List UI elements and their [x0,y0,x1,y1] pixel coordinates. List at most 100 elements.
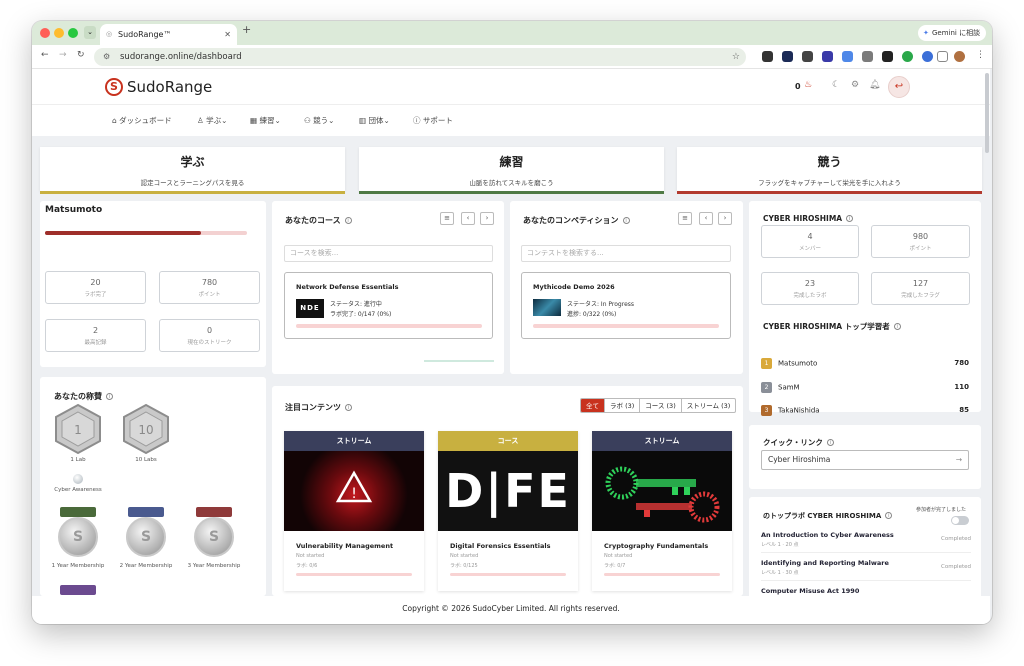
featured-item-name: Digital Forensics Essentials [450,542,551,550]
gemini-button[interactable]: ✦ Gemini に相談 [918,25,986,41]
hero-learn-title: 学ぶ [180,155,205,169]
view-toggle-icon[interactable]: ≡ [678,212,692,225]
back-arrow-icon[interactable]: ← [41,50,49,60]
leader-row[interactable]: 2 SamM 110 [761,382,969,393]
bookmark-star-icon[interactable]: ☆ [732,48,740,66]
competition-thumbnail [533,299,561,316]
nav-compete[interactable]: ⚇ 競う⌄ [304,115,334,126]
membership-2-year-medal-icon[interactable]: S [126,517,166,557]
ribbon-more [60,585,96,595]
cyber-awareness-badge-icon[interactable] [73,474,83,484]
hero-compete-card[interactable]: 競う フラッグをキャプチャーして栄光を手に入れよう [677,147,982,194]
nav-team[interactable]: ▥ 団体⌄ [359,115,390,126]
info-icon[interactable]: i [106,393,113,400]
featured-item[interactable]: ストリーム Cryptography Fundamentals Not star… [592,431,732,591]
badge-label: 1 Year Membership [51,563,105,569]
filter-labs-button[interactable]: ラボ (3) [604,399,639,412]
maximize-window-button[interactable] [68,28,78,38]
completed-toggle[interactable] [951,516,969,525]
hero-learn-card[interactable]: 学ぶ 認定コースとラーニングパスを見る [40,147,345,194]
digital-forensics-image: D|FE [438,451,578,531]
prev-page-icon[interactable]: ‹ [699,212,713,225]
bell-icon[interactable]: 🔔︎ [869,80,880,90]
featured-item-progress [604,573,720,576]
browser-window: ⌄ ◎ SudoRange™ ✕ + ✦ Gemini に相談 ← → ↻ ⚙ … [32,21,992,624]
gear-icon[interactable]: ⚙ [851,80,859,90]
profile-avatar[interactable] [954,51,965,62]
info-icon[interactable]: i [846,215,854,222]
extension-p-icon[interactable] [882,51,893,62]
team-title: CYBER HIROSHIMA i [763,214,854,223]
moon-icon[interactable]: ☾ [832,80,840,90]
info-icon[interactable]: i [885,512,893,519]
close-window-button[interactable] [40,28,50,38]
nav-support[interactable]: ⓘ サポート [413,115,453,126]
hero-practice-card[interactable]: 練習 山脈を訪れてスキルを磨こう [359,147,664,194]
next-page-icon[interactable]: › [718,212,732,225]
new-tab-button[interactable]: + [242,23,251,36]
site-logo-text[interactable]: SudoRange [127,78,212,96]
leader-row[interactable]: 3 TakaNishida 85 [761,405,969,416]
sudorange-logo-icon[interactable]: S [105,78,123,96]
badge-label: 2 Year Membership [119,563,173,569]
info-icon[interactable]: i [345,404,352,411]
course-item[interactable]: Network Defense Essentials NDE ステータス: 進行… [284,272,493,339]
competitions-title-text: あなたのコンペティション [523,216,619,225]
browser-menu-icon[interactable]: ⋮ [976,50,985,60]
membership-1-year-medal-icon[interactable]: S [58,517,98,557]
extensions-puzzle-icon[interactable] [937,51,948,62]
filter-streams-button[interactable]: ストリーム (3) [680,399,736,412]
filter-all-button[interactable]: 全て [581,399,604,412]
next-page-icon[interactable]: › [480,212,494,225]
extension-bird-icon[interactable] [842,51,853,62]
page-scrollbar[interactable] [985,73,989,153]
badge-10-labs-icon[interactable]: 10 [120,403,172,455]
team-stat-flags: 127 完成したフラグ [871,272,970,305]
nav-learn[interactable]: ♙ 学ぶ⌄ [197,115,227,126]
extension-f-icon[interactable] [762,51,773,62]
site-settings-icon[interactable]: ⚙ [103,48,110,66]
course-progress-bar [296,324,482,328]
featured-item[interactable]: ストリーム ! Vulnerability Management Not sta… [284,431,424,591]
extension-stack-icon[interactable] [862,51,873,62]
info-icon[interactable]: i [344,217,352,224]
badge-label: Cyber Awareness [54,487,102,493]
info-icon[interactable]: i [893,323,901,330]
competition-item[interactable]: Mythicode Demo 2026 ステータス: In Progress 進… [521,272,731,339]
stat-label: ポイント [909,246,932,252]
browser-tab[interactable]: ◎ SudoRange™ ✕ [100,24,237,45]
badge-1-lab-icon[interactable]: 1 [52,403,104,455]
nav-dashboard[interactable]: ⌂ ダッシュボード [112,115,172,126]
quick-link-cyber-hiroshima[interactable]: Cyber Hiroshima → [761,450,969,470]
competition-search-input[interactable]: コンテストを検索する... [521,245,731,262]
extension-blue-icon[interactable] [922,51,933,62]
info-icon[interactable]: i [622,217,630,224]
forward-arrow-icon[interactable]: → [59,50,67,60]
extension-shield-icon[interactable] [782,51,793,62]
featured-item-name: Cryptography Fundamentals [604,542,709,550]
info-icon[interactable]: i [826,439,834,446]
membership-3-year-medal-icon[interactable]: S [194,517,234,557]
tab-close-icon[interactable]: ✕ [224,24,231,45]
tab-search-icon[interactable]: ⌄ [84,26,96,39]
view-toggle-icon[interactable]: ≡ [440,212,454,225]
course-search-input[interactable]: コースを検索... [284,245,493,262]
extension-person-icon[interactable] [802,51,813,62]
gemini-sparkle-icon: ✦ [923,29,929,37]
rank-badge: 1 [761,358,772,369]
user-avatar[interactable]: ↩ [888,76,910,98]
reload-icon[interactable]: ↻ [77,50,85,60]
chevron-down-icon: ⌄ [383,116,390,125]
extension-square-icon[interactable] [822,51,833,62]
extension-p-green-icon[interactable] [902,51,913,62]
leader-row[interactable]: 1 Matsumoto 780 [761,358,969,369]
nav-practice[interactable]: ▦ 練習⌄ [250,115,281,126]
top-lab-row[interactable]: Identifying and Reporting Malware レベル 1 … [761,557,971,581]
filter-courses-button[interactable]: コース (3) [639,399,680,412]
address-field[interactable]: ⚙ sudorange.online/dashboard ☆ [94,48,746,66]
featured-item[interactable]: コース D|FE Digital Forensics Essentials No… [438,431,578,591]
prev-page-icon[interactable]: ‹ [461,212,475,225]
top-lab-row[interactable]: An Introduction to Cyber Awareness レベル 1… [761,529,971,553]
featured-item-progress [450,573,566,576]
minimize-window-button[interactable] [54,28,64,38]
